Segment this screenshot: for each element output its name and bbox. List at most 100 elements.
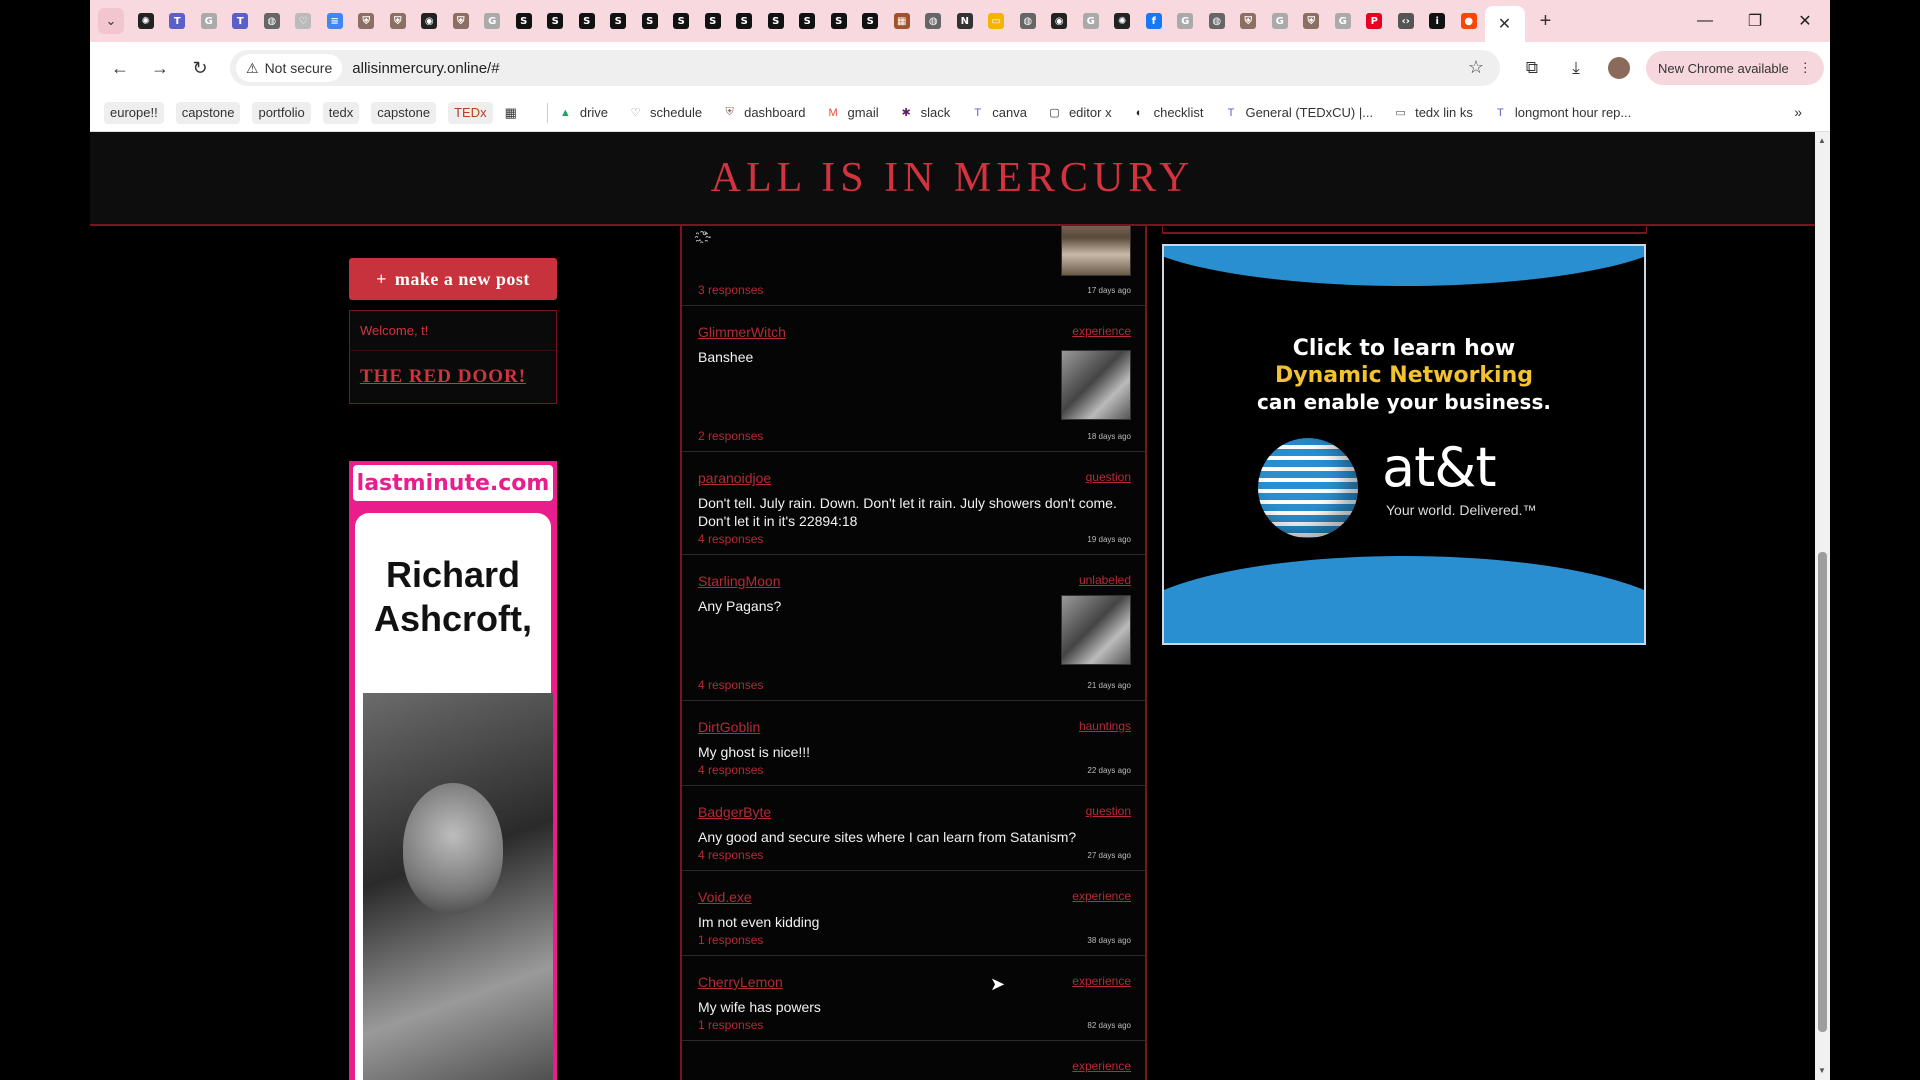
url-text[interactable]: allisinmercury.online/# (352, 60, 499, 77)
apps-grid-icon[interactable]: ▦ (505, 105, 517, 121)
bookmark-chip[interactable]: europe!! (104, 101, 164, 124)
tab-google-icon[interactable]: G (1170, 6, 1202, 36)
post-tag-link[interactable]: question (1086, 804, 1131, 818)
bookmark-item[interactable]: T General (TEDxCU) |... (1223, 105, 1374, 120)
post-item[interactable]: StarlingMoon unlabeled Any Pagans? 4 respon… (682, 555, 1145, 701)
bookmark-chip[interactable]: tedx (322, 101, 360, 124)
tab-s-icon[interactable]: S (697, 6, 729, 36)
new-post-button[interactable]: + make a new post (349, 258, 557, 300)
post-responses[interactable]: 4 responses (698, 848, 763, 862)
bookmark-item[interactable]: Tcanva (970, 105, 1027, 120)
tab-google-icon[interactable]: G (1327, 6, 1359, 36)
tab-openai-icon[interactable]: ✺ (1107, 6, 1139, 36)
tab-pinterest-icon[interactable]: P (1359, 6, 1391, 36)
bookmark-chip[interactable]: capstone (371, 101, 437, 124)
tab-teams-icon[interactable]: T (162, 6, 194, 36)
scrollbar-thumb[interactable] (1818, 552, 1827, 1032)
reload-icon[interactable]: ↻ (180, 50, 220, 86)
scroll-down-icon[interactable]: ▼ (1818, 1066, 1826, 1075)
new-tab-button[interactable]: + (1531, 6, 1561, 36)
site-title[interactable]: ALL IS IN MERCURY (711, 154, 1195, 202)
tab-s-icon[interactable]: S (855, 6, 887, 36)
tab-search-icon[interactable]: ⌄ (98, 8, 124, 34)
bookmark-item[interactable]: ▭ tedx lin ks (1393, 105, 1473, 120)
post-author-link[interactable]: paranoidjoe (698, 470, 771, 486)
post-tag-link[interactable]: question (1086, 470, 1131, 484)
post-author-link[interactable]: CherryLemon (698, 974, 783, 990)
tab-canvas-icon[interactable]: ⛨ (382, 6, 414, 36)
post-tag-link[interactable]: unlabeled (1079, 573, 1131, 587)
lastminute-ad[interactable]: lastminute.com Richard Ashcroft, (349, 461, 557, 1080)
restore-icon[interactable]: ❐ (1730, 0, 1780, 42)
bookmark-item[interactable]: Tlongmont hour rep... (1493, 105, 1631, 120)
post-tag-link[interactable]: hauntings (1079, 719, 1131, 733)
tab-film-icon[interactable]: ▦ (886, 6, 918, 36)
tab-notion-icon[interactable]: N (949, 6, 981, 36)
tab-globe-icon[interactable]: ◍ (918, 6, 950, 36)
tab-slides-icon[interactable]: ▭ (981, 6, 1013, 36)
tab-globe-icon[interactable]: ◍ (1201, 6, 1233, 36)
extensions-icon[interactable]: ⧉ (1510, 50, 1554, 86)
post-item[interactable]: BadgerByte question Any good and secure si… (682, 786, 1145, 871)
bookmark-item[interactable]: Mgmail (826, 105, 878, 120)
tab-heart-icon[interactable]: ♡ (288, 6, 320, 36)
bookmark-item[interactable]: ♡ schedule (628, 105, 702, 120)
tab-s-icon[interactable]: S (571, 6, 603, 36)
post-responses[interactable]: 2 responses (698, 429, 763, 443)
tab-code-icon[interactable]: ‹› (1390, 6, 1422, 36)
tab-github-icon[interactable]: ◉ (1044, 6, 1076, 36)
post-item[interactable]: CherryLemon experience My wife has powers 1… (682, 956, 1145, 1041)
bookmark-chip[interactable]: capstone (175, 101, 241, 124)
active-tab[interactable]: ✕ (1484, 6, 1525, 42)
close-window-icon[interactable]: ✕ (1780, 0, 1830, 42)
tab-s-icon[interactable]: S (792, 6, 824, 36)
bookmark-chip[interactable]: portfolio (252, 101, 311, 124)
download-icon[interactable]: ⤓ (1554, 50, 1598, 86)
post-author-link[interactable]: StarlingMoon (698, 573, 781, 589)
post-responses[interactable]: 3 responses (698, 283, 763, 297)
tab-google-icon[interactable]: G (1264, 6, 1296, 36)
tab-teams-icon[interactable]: T (225, 6, 257, 36)
post-item[interactable]: 3 responses 17 days ago (682, 226, 1145, 306)
tab-info-icon[interactable]: i (1422, 6, 1454, 36)
post-responses[interactable]: 4 responses (698, 532, 763, 546)
profile-avatar[interactable] (1608, 57, 1630, 79)
post-thumbnail[interactable] (1061, 350, 1131, 420)
tab-globe-icon[interactable]: ◍ (1012, 6, 1044, 36)
tab-s-icon[interactable]: S (603, 6, 635, 36)
tab-s-icon[interactable]: S (508, 6, 540, 36)
bookmark-item[interactable]: ▢ editor x (1047, 105, 1111, 120)
minimize-icon[interactable]: — (1680, 0, 1730, 42)
post-tag-link[interactable]: experience (1072, 889, 1131, 903)
bookmarks-overflow-icon[interactable]: » (1794, 104, 1802, 120)
post-author-link[interactable]: DirtGoblin (698, 719, 760, 735)
close-tab-icon[interactable]: ✕ (1498, 14, 1511, 34)
tab-google-icon[interactable]: G (1075, 6, 1107, 36)
bookmark-item[interactable]: ⛨ dashboard (722, 105, 805, 120)
tab-s-icon[interactable]: S (666, 6, 698, 36)
post-responses[interactable]: 4 responses (698, 678, 763, 692)
tab-canvas-icon[interactable]: ⛨ (445, 6, 477, 36)
security-indicator[interactable]: ⚠ Not secure (236, 54, 343, 82)
post-item[interactable]: GlimmerWitch experience Banshee 2 responses… (682, 306, 1145, 452)
forward-icon[interactable]: → (140, 50, 180, 86)
post-tag-link[interactable]: experience (1072, 324, 1131, 338)
address-bar[interactable]: ⚠ Not secure allisinmercury.online/# ☆ (230, 50, 1500, 86)
tab-facebook-icon[interactable]: f (1138, 6, 1170, 36)
tab-github-icon[interactable]: ◉ (414, 6, 446, 36)
bookmark-star-icon[interactable]: ☆ (1468, 57, 1484, 78)
tab-globe-icon[interactable]: ◍ (256, 6, 288, 36)
post-author-link[interactable]: GlimmerWitch (698, 324, 786, 340)
post-thumbnail[interactable] (1061, 595, 1131, 665)
tab-google-icon[interactable]: G (477, 6, 509, 36)
post-item[interactable]: paranoidjoe question Don't tell. July rain… (682, 452, 1145, 555)
post-tag-link[interactable]: experience (1072, 1059, 1131, 1073)
post-author-link[interactable]: BadgerByte (698, 804, 771, 820)
post-item[interactable]: DirtGoblin hauntings My ghost is nice!!! 4 … (682, 701, 1145, 786)
tab-s-icon[interactable]: S (729, 6, 761, 36)
tab-openai-icon[interactable]: ✺ (130, 6, 162, 36)
post-tag-link[interactable]: experience (1072, 974, 1131, 988)
back-icon[interactable]: ← (100, 50, 140, 86)
page-scrollbar[interactable]: ▲ ▼ (1815, 132, 1830, 1080)
tab-reddit-icon[interactable]: ● (1453, 6, 1485, 36)
